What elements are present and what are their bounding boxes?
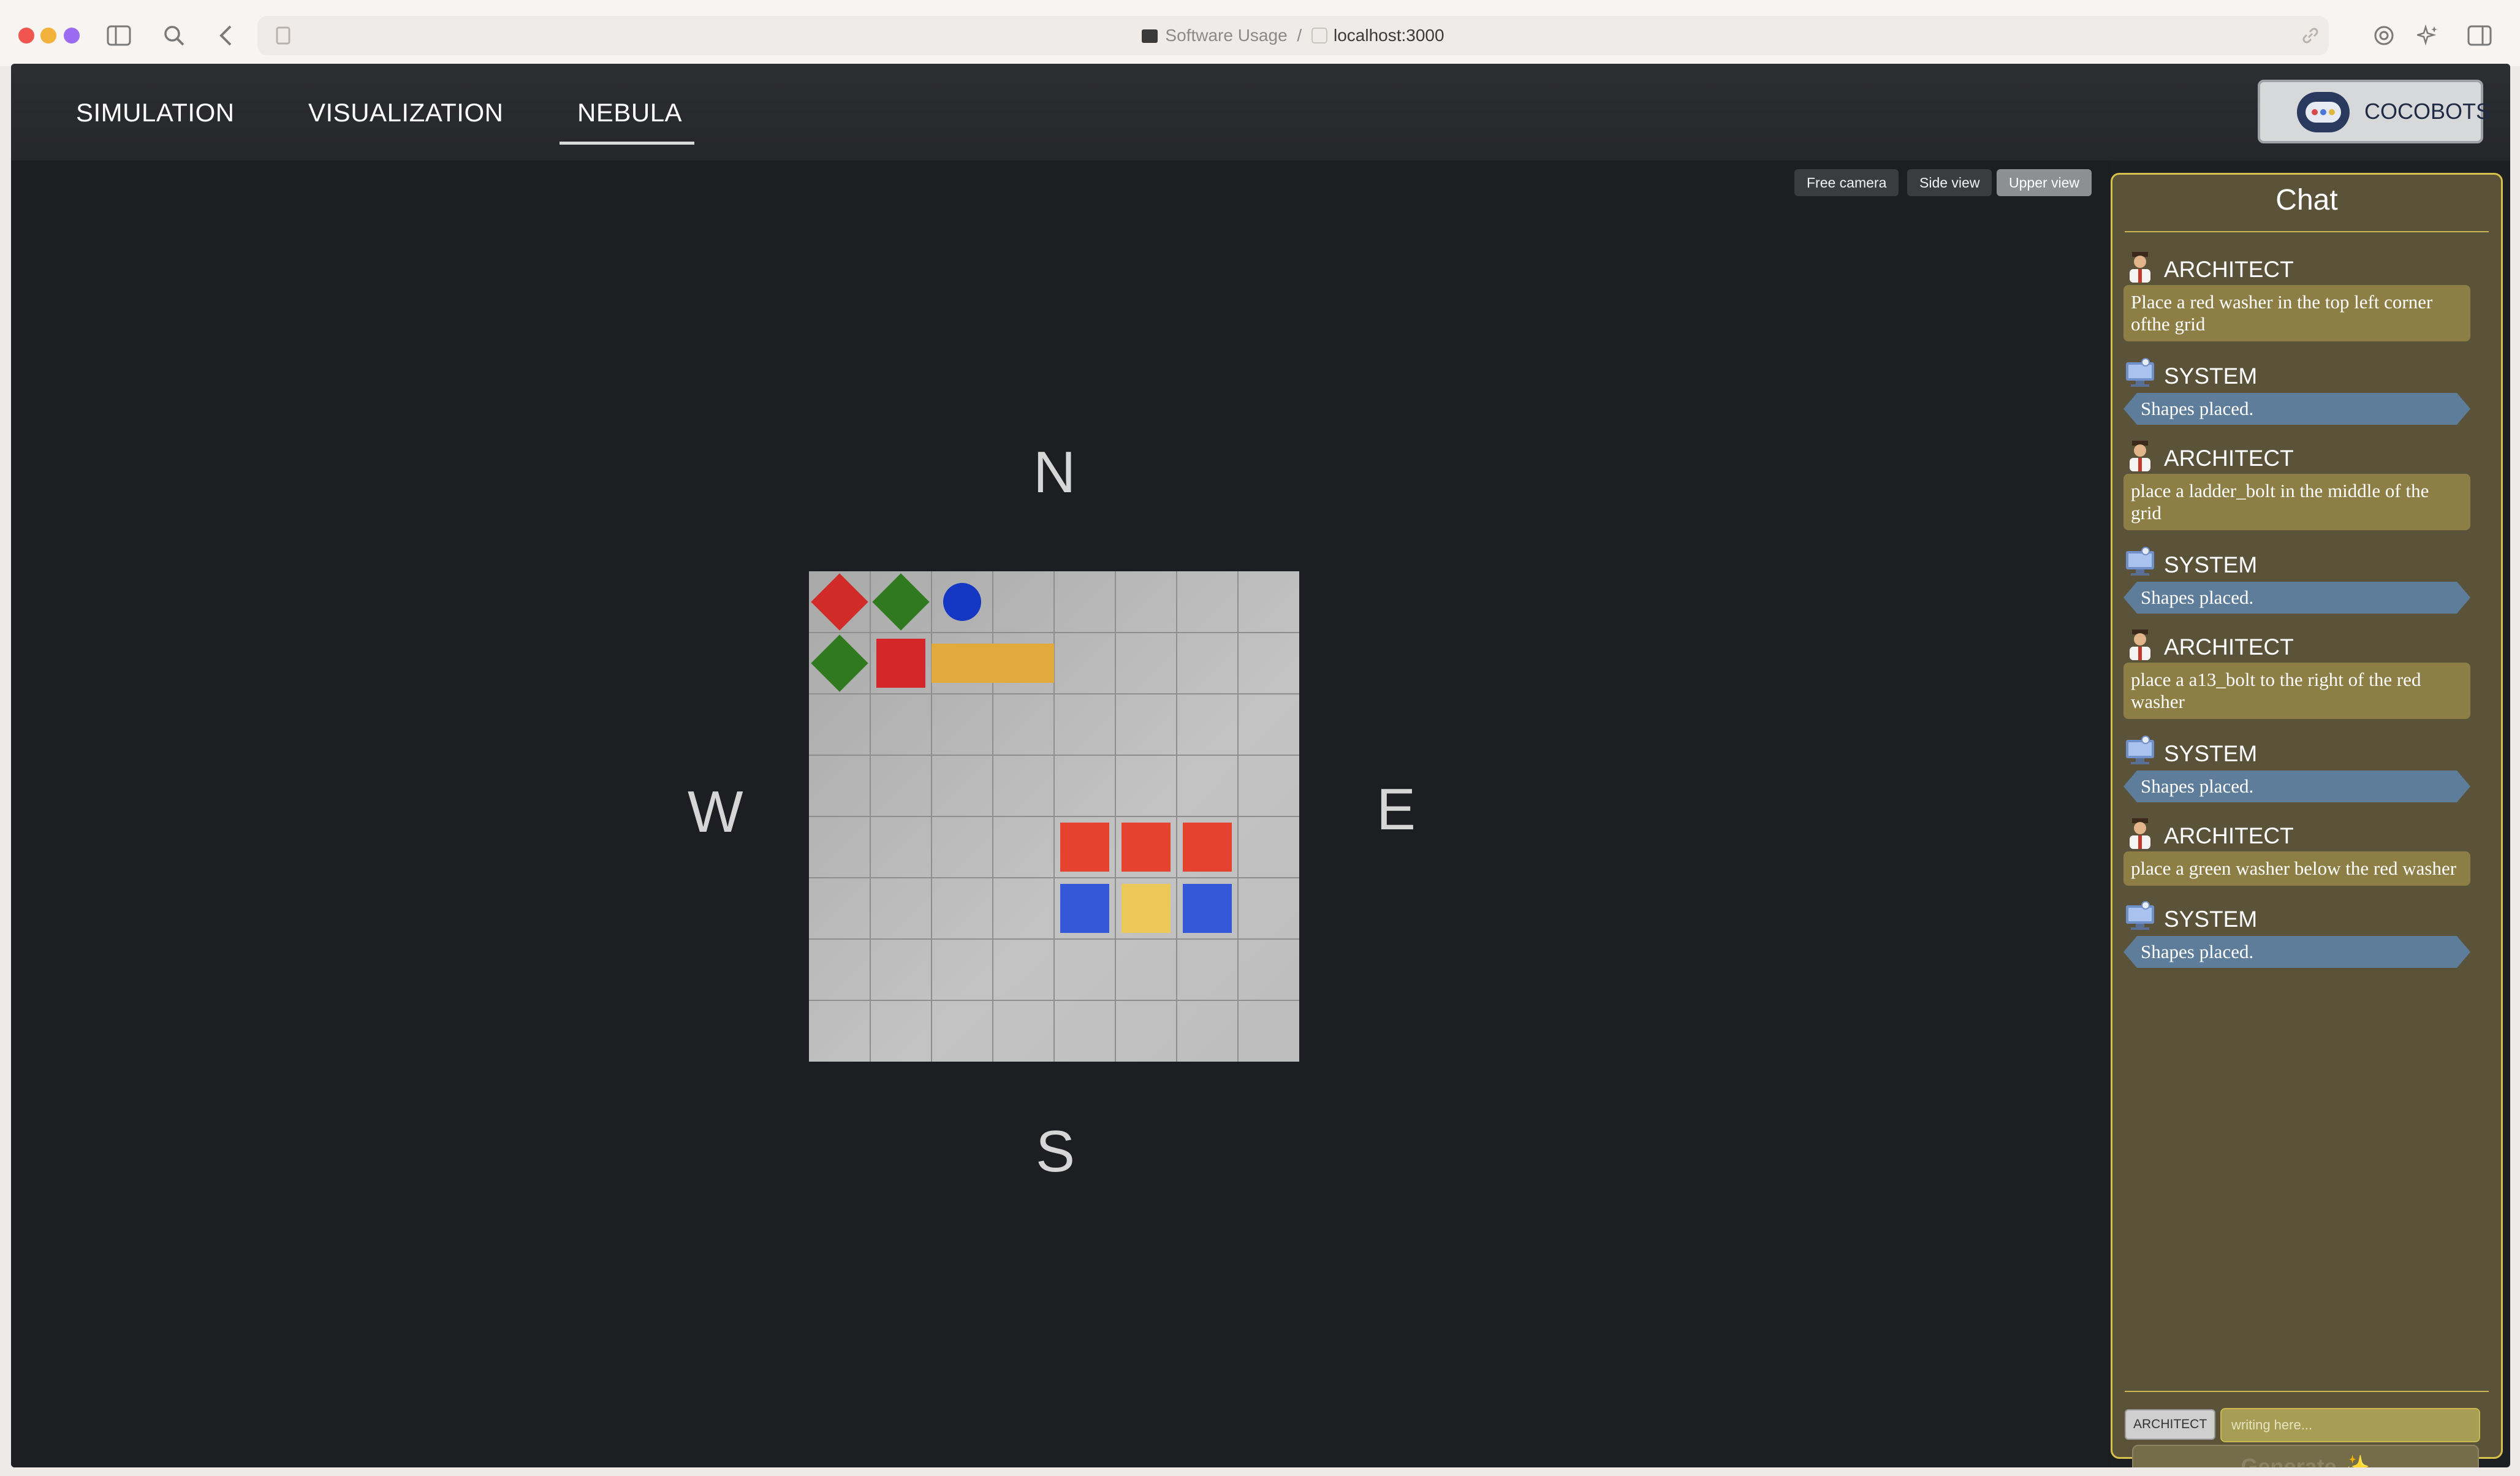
piece-square[interactable] <box>1183 884 1232 933</box>
piece-square[interactable] <box>1060 884 1109 933</box>
author-name: ARCHITECT <box>2164 634 2294 660</box>
piece-square[interactable] <box>1183 823 1232 872</box>
sidebar-right-icon[interactable] <box>2462 18 2497 53</box>
author-name: ARCHITECT <box>2164 446 2294 471</box>
system-computer-icon <box>2123 735 2157 768</box>
site-name: Software Usage <box>1165 26 1288 45</box>
minimize-window-button[interactable] <box>40 28 56 44</box>
tab-visualization[interactable]: VISUALIZATION <box>308 96 503 145</box>
compass-east: E <box>1376 777 1416 842</box>
piece-diamond[interactable] <box>811 573 868 631</box>
address-text: Software Usage / localhost:3000 <box>257 16 2329 55</box>
piece-square[interactable] <box>876 639 925 688</box>
piece-diamond[interactable] <box>872 573 930 631</box>
compass-north: N <box>1033 439 1076 505</box>
compass-west: W <box>688 779 743 845</box>
top-navigation: SIMULATION VISUALIZATION NEBULA COCOBOTS <box>11 64 2510 161</box>
piece-square[interactable] <box>1121 884 1171 933</box>
author-name: SYSTEM <box>2164 907 2258 932</box>
active-tab-indicator <box>560 142 694 145</box>
message-text: Place a red washer in the top left corne… <box>2123 285 2470 341</box>
url-separator: / <box>1297 26 1302 45</box>
piece-circle[interactable] <box>943 583 981 621</box>
back-icon[interactable] <box>208 18 243 53</box>
author-name: SYSTEM <box>2164 741 2258 766</box>
privacy-icon[interactable] <box>2367 18 2401 53</box>
architect-avatar-icon <box>2123 817 2157 850</box>
generate-button[interactable]: Generate ✨ <box>2132 1445 2479 1467</box>
board-grid[interactable] <box>809 571 1299 1062</box>
tab-simulation[interactable]: SIMULATION <box>76 96 235 145</box>
grid-line <box>809 693 1299 694</box>
chat-input[interactable] <box>2220 1408 2480 1442</box>
grid-line <box>809 755 1299 756</box>
close-window-button[interactable] <box>18 28 34 44</box>
author-name: ARCHITECT <box>2164 823 2294 848</box>
grid-line <box>809 632 1299 633</box>
system-computer-icon <box>2123 357 2157 390</box>
tab-nebula[interactable]: NEBULA <box>577 96 682 145</box>
upper-view-button[interactable]: Upper view <box>1997 169 2092 196</box>
page-favicon-icon <box>1311 28 1327 44</box>
piece-square[interactable] <box>1121 823 1171 872</box>
browser-toolbar: Software Usage / localhost:3000 <box>0 0 2520 66</box>
grid-line <box>809 1000 1299 1001</box>
side-view-button[interactable]: Side view <box>1907 169 1992 196</box>
system-computer-icon <box>2123 900 2157 934</box>
robot-logo-icon <box>2297 92 2350 132</box>
compass-south: S <box>1036 1119 1076 1184</box>
author-name: SYSTEM <box>2164 552 2258 577</box>
brand-label: COCOBOTS <box>2364 99 2491 124</box>
sparkle-icon: ✨ <box>2342 1454 2370 1467</box>
message-text: Shapes placed. <box>2123 393 2470 425</box>
message-text: place a a13_bolt to the right of the red… <box>2123 663 2470 719</box>
system-computer-icon <box>2123 546 2157 579</box>
url-text: localhost:3000 <box>1333 26 1444 45</box>
piece-bar[interactable] <box>932 644 1054 683</box>
role-selector[interactable]: ARCHITECT <box>2125 1409 2216 1440</box>
message-text: place a green washer below the red washe… <box>2123 851 2470 886</box>
site-favicon-icon <box>1142 29 1158 43</box>
3d-scene-viewport[interactable]: Free camera Side view Upper view N S W E <box>11 161 2111 1467</box>
generate-label: Generate <box>2241 1454 2337 1467</box>
message-text: place a ladder_bolt in the middle of the… <box>2123 474 2470 530</box>
chat-input-divider <box>2125 1391 2489 1392</box>
free-camera-button[interactable]: Free camera <box>1794 169 1899 196</box>
sparkle-assistant-icon[interactable] <box>2411 18 2445 53</box>
piece-square[interactable] <box>1060 823 1109 872</box>
chat-divider <box>2125 231 2489 232</box>
author-name: ARCHITECT <box>2164 257 2294 282</box>
search-icon[interactable] <box>157 18 191 53</box>
architect-avatar-icon <box>2123 628 2157 661</box>
chat-panel: Chat ARCHITECT Place a red washer in the… <box>2111 173 2503 1467</box>
chat-title: Chat <box>2275 184 2338 216</box>
address-bar[interactable]: Software Usage / localhost:3000 <box>257 16 2329 55</box>
grid-line <box>809 938 1299 940</box>
piece-diamond[interactable] <box>811 634 868 692</box>
grid-line <box>809 816 1299 817</box>
author-name: SYSTEM <box>2164 363 2258 389</box>
message-text: Shapes placed. <box>2123 582 2470 614</box>
sidebar-toggle-icon[interactable] <box>102 18 136 53</box>
grid-line <box>809 877 1299 878</box>
zoom-window-button[interactable] <box>64 28 80 44</box>
architect-avatar-icon <box>2123 439 2157 473</box>
message-text: Shapes placed. <box>2123 770 2470 802</box>
cocobots-button[interactable]: COCOBOTS <box>2258 80 2491 143</box>
app-window: SIMULATION VISUALIZATION NEBULA COCOBOTS… <box>11 64 2510 1467</box>
link-icon[interactable] <box>2293 18 2328 53</box>
architect-avatar-icon <box>2123 251 2157 284</box>
message-text: Shapes placed. <box>2123 936 2470 968</box>
